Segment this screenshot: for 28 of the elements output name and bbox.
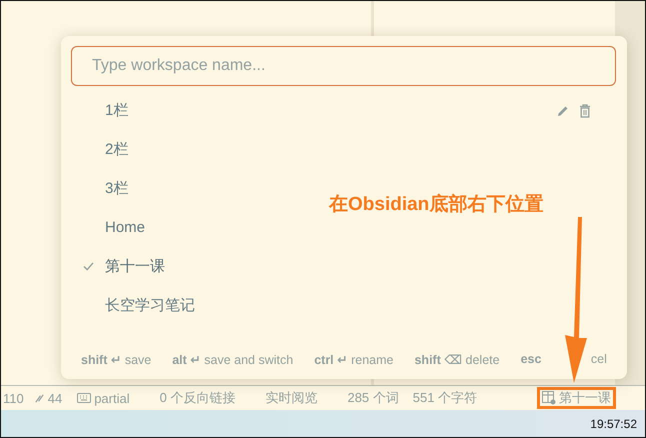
pencil-icon[interactable] [557,104,569,116]
status-item[interactable]: 44 [34,390,62,406]
status-item[interactable]: partial [77,390,130,406]
status-item[interactable]: 第十一课 [537,387,616,409]
workspace-item[interactable]: 2栏 [71,130,154,169]
status-text: 实时阅览 [265,389,318,407]
layout-icon [542,391,556,405]
status-text: 551 个字符 [412,389,478,407]
status-text: 110 [3,390,24,406]
link-icon [34,392,45,404]
check-icon [82,262,94,271]
workspace-item[interactable]: Home [71,208,172,247]
workspace-name-field[interactable]: Type workspace name... [71,46,616,86]
keyboard-icon [77,393,92,403]
shortcut-hint: esc cel [520,352,607,366]
clock-time: 19:57:52 [590,416,637,430]
workspace-item[interactable]: 1栏 [71,91,617,130]
workspace-item[interactable]: 长空学习笔记 [71,286,221,325]
shortcut-hint: shift ↵ save [81,352,152,366]
shortcut-hint: ctrl ↵ rename [314,352,394,366]
workspace-item[interactable]: 3栏 [71,169,154,208]
status-text: 285 个词 [347,389,399,407]
shortcut-hint: alt ↵ save and switch [172,352,294,366]
status-text: 0 个反向链接 [160,389,236,407]
workspace-item[interactable]: 第十一课 [71,247,191,286]
shortcut-hint: shift ⌫ delete [414,352,500,366]
trash-icon[interactable] [579,104,591,118]
annotation-text: 在Obsidian底部右下位置 [329,192,544,217]
